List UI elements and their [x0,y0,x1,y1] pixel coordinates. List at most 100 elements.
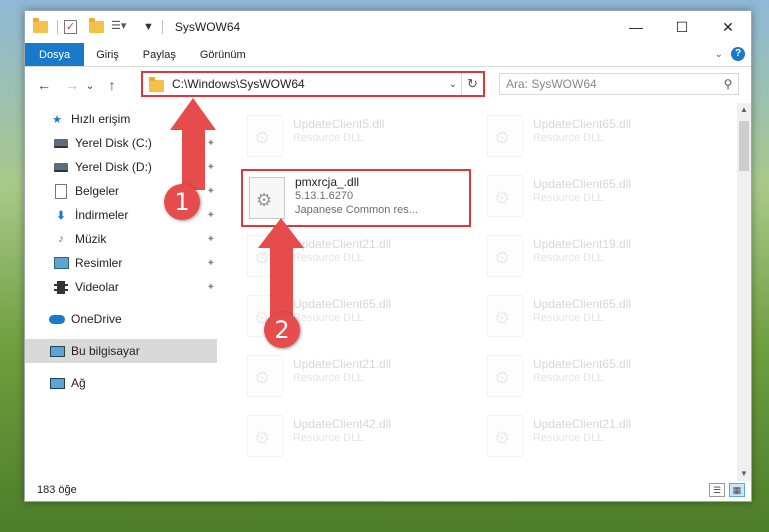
folder-icon[interactable] [33,18,49,35]
forward-button[interactable]: → [61,77,83,93]
list-item[interactable]: UpdateClient65.dll Resource DLL [481,111,711,163]
file-type: Resource DLL [533,372,604,384]
vertical-scrollbar[interactable]: ▲ ▼ [737,103,751,481]
document-icon [53,183,69,199]
music-icon: ♪ [58,233,64,245]
file-type: Resource DLL [533,432,604,444]
file-name: UpdateClient5.dll [293,117,385,131]
sidebar-item-network[interactable]: Ağ [25,371,217,395]
list-item[interactable]: UpdateClient65.dll Resource DLL [481,171,711,223]
file-name: UpdateClient21.dll [533,417,632,431]
file-type: Resource DLL [293,372,364,384]
minimize-button[interactable]: — [613,11,659,43]
sidebar-item-disk-d[interactable]: Yerel Disk (D:) ✦ [25,155,217,179]
sidebar-item-quick-access[interactable]: ★ Hızlı erişim [25,107,217,131]
search-icon[interactable]: ⚲ [718,77,738,91]
pin-icon[interactable]: ✦ [207,258,215,269]
list-item[interactable]: UpdateClient42.dll Resource DLL [241,411,471,463]
file-name: UpdateClient65.dll [533,297,632,311]
address-dropdown-icon[interactable]: ⌄ [445,79,461,90]
disk-icon [53,159,69,175]
dll-file-icon [247,115,283,157]
file-list: UpdateClient5.dll Resource DLL pmxrcja_.… [217,103,737,481]
divider [161,20,163,34]
maximize-button[interactable]: ☐ [659,11,705,43]
scroll-up-icon[interactable]: ▲ [737,103,751,117]
list-item[interactable]: UpdateClient65.dll Resource DLL [481,291,711,343]
sidebar-item-label: İndirmeler [75,208,129,222]
computer-icon [49,343,65,359]
pin-icon[interactable]: ✦ [207,162,215,173]
pin-icon[interactable]: ✦ [207,210,215,221]
sidebar-item-label: Resimler [75,256,123,270]
sidebar-item-videos[interactable]: Videolar ✦ [25,275,217,299]
sidebar-item-label: Videolar [75,280,119,294]
sidebar-item-pictures[interactable]: Resimler ✦ [25,251,217,275]
file-name: pmxrcja_.dll [295,175,360,189]
search-box[interactable]: Ara: SysWOW64 ⚲ [499,73,739,95]
window-controls: — ☐ ✕ [613,11,751,43]
quick-access-customize-icon[interactable]: ☰▾ [111,19,133,35]
network-icon [49,375,65,391]
folder-icon [149,76,164,92]
list-item[interactable]: UpdateClient21.dll Resource DLL [481,411,711,463]
sidebar-item-label: Hızlı erişim [71,112,131,126]
ribbon-expand-icon[interactable]: ⌄ [715,49,723,60]
new-folder-icon[interactable] [89,18,105,35]
sidebar-item-this-pc[interactable]: Bu bilgisayar [25,339,217,363]
sidebar-item-label: Belgeler [75,184,120,198]
star-icon: ★ [52,113,62,126]
item-count: 183 öğe [37,484,77,496]
file-name: UpdateClient42.dll [293,417,392,431]
sidebar-item-music[interactable]: ♪ Müzik ✦ [25,227,217,251]
file-name: UpdateClient19.dll [533,237,632,251]
file-type: Resource DLL [293,312,364,324]
details-view-icon[interactable]: ☰ [709,483,725,497]
address-bar[interactable]: C:\Windows\SysWOW64 ⌄ ↻ [141,71,485,97]
dll-file-icon [487,355,523,397]
main-content: ★ Hızlı erişim Yerel Disk (C:) ✦ Yerel D… [25,103,751,481]
list-item[interactable]: UpdateClient21.dll Resource DLL [241,231,471,283]
up-button[interactable]: ↑ [101,77,123,93]
tab-file[interactable]: Dosya [25,43,85,66]
sidebar-item-label: Yerel Disk (D:) [75,160,152,174]
file-name: UpdateClient65.dll [533,117,632,131]
tab-view[interactable]: Görünüm [188,43,258,66]
sidebar-item-onedrive[interactable]: OneDrive [25,307,217,331]
dll-file-icon [247,235,283,277]
download-icon: ⬇ [56,209,66,222]
back-button[interactable]: ← [33,77,55,93]
pin-icon[interactable]: ✦ [207,186,215,197]
scroll-thumb[interactable] [739,121,749,171]
list-item[interactable]: UpdateClient21.dll Resource DLL [241,351,471,403]
help-icon[interactable]: ? [731,47,745,61]
dll-file-icon [487,235,523,277]
title-bar: ✓ ☰▾ ▼ SysWOW64 — ☐ ✕ [25,11,751,43]
sidebar-item-disk-c[interactable]: Yerel Disk (C:) ✦ [25,131,217,155]
address-path[interactable]: C:\Windows\SysWOW64 [172,77,445,91]
file-name: UpdateClient65.dll [293,297,392,311]
file-name: UpdateClient65.dll [533,357,632,371]
pin-icon[interactable]: ✦ [207,138,215,149]
file-type: Resource DLL [293,132,364,144]
file-version: 5.13.1.6270 [295,190,354,202]
status-bar: 183 öğe ☰ ▦ [25,479,751,501]
search-input[interactable]: Ara: SysWOW64 [506,77,718,91]
quick-access-dropdown-icon[interactable]: ▼ [143,21,154,33]
disk-icon [53,135,69,151]
pin-icon[interactable]: ✦ [207,234,215,245]
recent-locations-button[interactable]: ⌄ [83,79,97,92]
properties-icon[interactable]: ✓ [64,20,77,34]
close-button[interactable]: ✕ [705,11,751,43]
tiles-view-icon[interactable]: ▦ [729,483,745,497]
dll-file-icon [487,115,523,157]
tab-share[interactable]: Paylaş [131,43,188,66]
tab-home[interactable]: Giriş [84,43,131,66]
list-item-pmxrcja[interactable]: pmxrcja_.dll 5.13.1.6270 Japanese Common… [243,173,473,225]
sidebar-item-label: Yerel Disk (C:) [75,136,152,150]
list-item[interactable]: UpdateClient5.dll Resource DLL [241,111,471,163]
pin-icon[interactable]: ✦ [207,282,215,293]
refresh-button[interactable]: ↻ [461,73,483,95]
list-item[interactable]: UpdateClient65.dll Resource DLL [481,351,711,403]
list-item[interactable]: UpdateClient19.dll Resource DLL [481,231,711,283]
